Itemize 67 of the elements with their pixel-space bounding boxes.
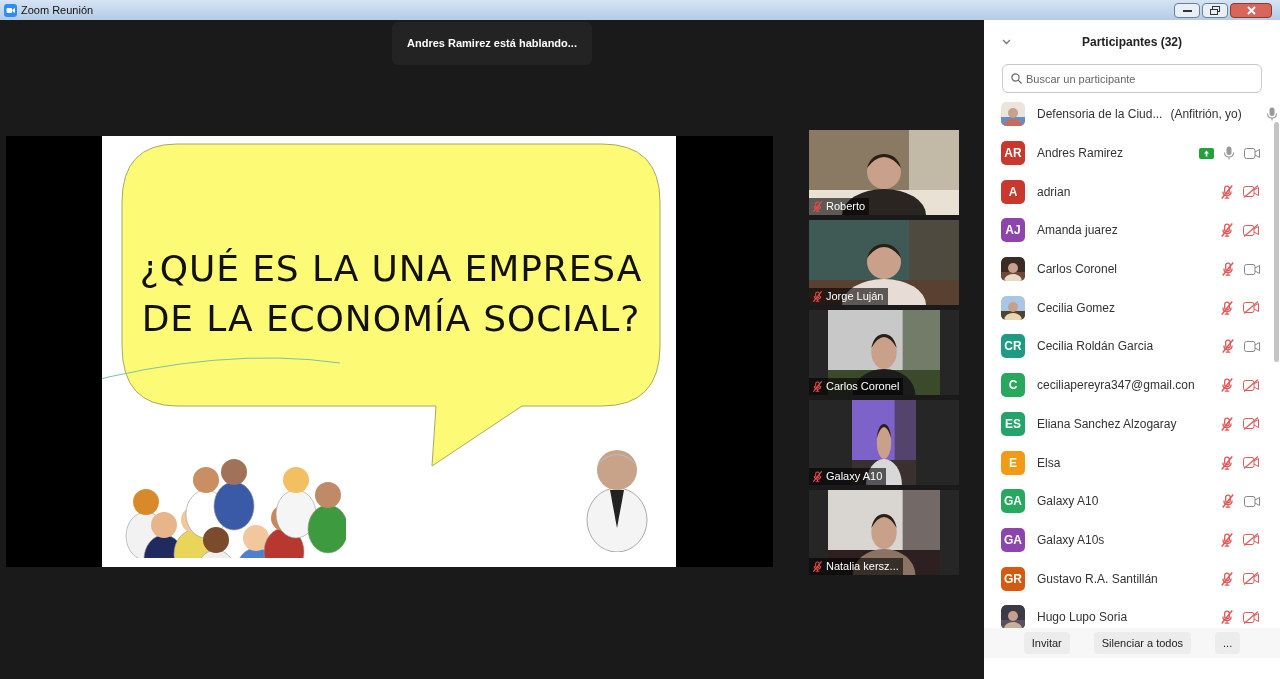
panel-button[interactable]: ... (1215, 632, 1241, 654)
role-label: (Anfitrión, yo) (1170, 106, 1242, 124)
participant-name: Galaxy A10 (1037, 493, 1099, 511)
participant-row[interactable]: GA Galaxy A10s (1001, 520, 1260, 560)
participant-row[interactable]: C ceciliapereyra347@gmail.con (1001, 365, 1260, 405)
avatar: C (1001, 373, 1025, 398)
video-tile[interactable]: Natalia kersz... (809, 490, 959, 575)
avatar: CR (1001, 334, 1025, 359)
participant-name: Eliana Sanchez Alzogaray (1037, 415, 1177, 433)
participant-name: Defensoria de la Ciud... (1037, 106, 1163, 124)
participant-row[interactable]: ES Eliana Sanchez Alzogaray (1001, 404, 1260, 444)
panel-button[interactable]: Silenciar a todos (1093, 632, 1192, 654)
close-icon (1246, 5, 1256, 15)
participant-row[interactable]: AJ Amanda juarez (1001, 211, 1260, 250)
video-tile[interactable]: Roberto (809, 130, 959, 215)
avatar: E (1001, 450, 1025, 475)
avatar: GR (1001, 566, 1025, 591)
minimize-icon (1182, 8, 1192, 12)
video-camera-icon (4, 3, 17, 17)
panel-button[interactable]: Invitar (1023, 632, 1070, 654)
participant-name: Jorge Luján (826, 289, 884, 305)
avatar: GA (1001, 489, 1025, 514)
video-tile[interactable]: Jorge Luján (809, 220, 959, 305)
video-tile[interactable]: Carlos Coronel (809, 310, 959, 395)
participant-row[interactable]: GA Galaxy A10 (1001, 481, 1260, 521)
panel-title: Participantes (32) (1081, 34, 1182, 51)
restore-button[interactable] (1202, 2, 1228, 18)
participant-row[interactable]: Cecilia Gomez (1001, 288, 1260, 328)
search-icon (1011, 73, 1022, 84)
scrollbar[interactable] (1274, 122, 1279, 362)
video-tile[interactable]: Galaxy A10 (809, 400, 959, 485)
participant-name: Cecilia Roldán Garcia (1037, 338, 1154, 356)
participant-name: Hugo Lupo Soria (1037, 609, 1128, 627)
participant-name: Elsa (1037, 454, 1061, 472)
speaking-banner: Andres Ramirez está hablando... (392, 22, 592, 65)
participant-name: Roberto (826, 199, 866, 215)
restore-icon (1210, 5, 1220, 15)
participant-name: ceciliapereyra347@gmail.con (1037, 377, 1195, 395)
participant-name: Gustavo R.A. Santillán (1037, 570, 1158, 588)
participant-row[interactable]: CR Cecilia Roldán Garcia (1001, 327, 1260, 366)
participant-name: Natalia kersz... (826, 559, 899, 575)
participant-name: Galaxy A10s (1037, 531, 1105, 549)
participant-name: Carlos Coronel (826, 379, 900, 395)
participant-row[interactable]: A adrian (1001, 172, 1260, 212)
avatar: A (1001, 179, 1025, 204)
avatar: GA (1001, 527, 1025, 552)
minimize-button[interactable] (1174, 2, 1200, 18)
close-button[interactable] (1230, 2, 1272, 18)
participant-name: Andres Ramirez (1037, 145, 1124, 163)
participant-row[interactable]: Defensoria de la Ciud... (Anfitrión, yo) (1001, 95, 1260, 134)
participant-row[interactable]: GR Gustavo R.A. Santillán (1001, 559, 1260, 598)
chevron-down-icon[interactable] (1002, 39, 1011, 45)
avatar: AR (1001, 141, 1025, 166)
participant-name: Cecilia Gomez (1037, 299, 1116, 317)
participant-row[interactable]: AR Andres Ramirez (1001, 133, 1260, 173)
avatar: AJ (1001, 218, 1025, 243)
avatar: ES (1001, 411, 1025, 436)
participant-name: Amanda juarez (1037, 222, 1118, 240)
participant-name: Galaxy A10 (826, 469, 883, 485)
slide-title: ¿QUÉ ES LA UNA EMPRESA (139, 247, 643, 291)
search-field[interactable]: Buscar un participante (1002, 64, 1262, 93)
participant-name: Carlos Coronel (1037, 261, 1118, 279)
slide-title: DE LA ECONOMÍA SOCIAL? (141, 297, 641, 341)
participant-name: adrian (1037, 183, 1071, 201)
participant-row[interactable]: Carlos Coronel (1001, 249, 1260, 289)
participant-row[interactable]: E Elsa (1001, 443, 1260, 482)
window-title: Zoom Reunión (21, 2, 94, 18)
